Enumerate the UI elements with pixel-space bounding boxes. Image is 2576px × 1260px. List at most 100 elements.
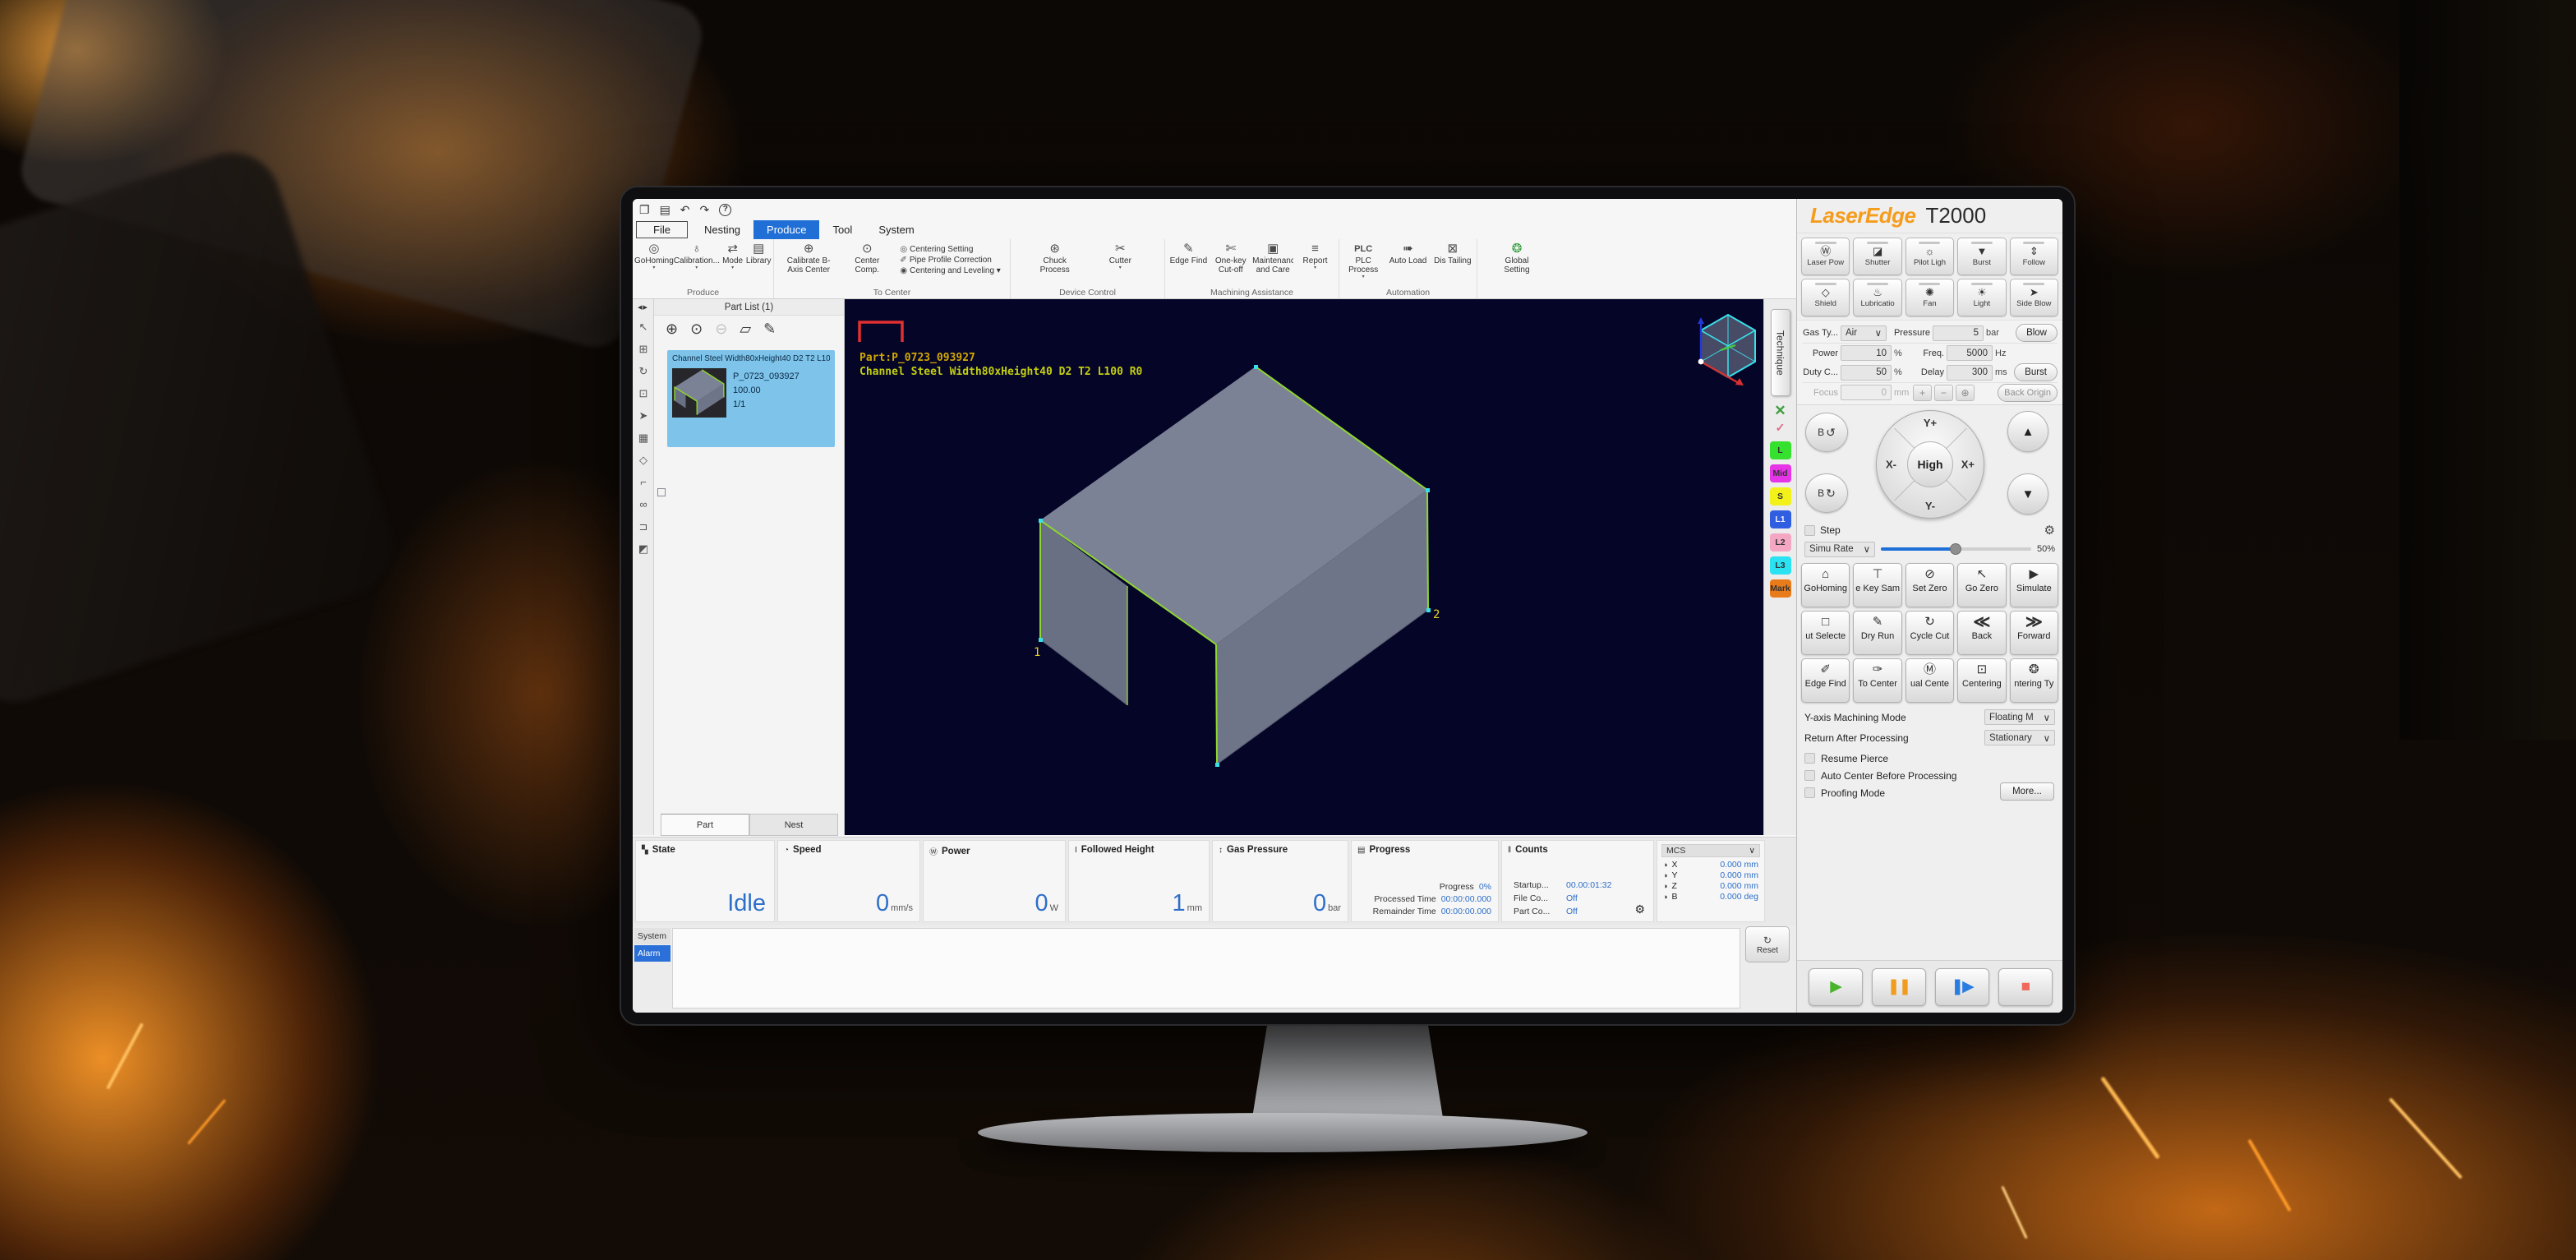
z-up-button[interactable]: ▲ <box>2007 411 2048 452</box>
resume-pierce-checkbox[interactable]: Resume Pierce <box>1797 750 2062 767</box>
start-button[interactable]: ▶ <box>1809 968 1863 1006</box>
tab-alarm[interactable]: Alarm <box>634 945 670 962</box>
focus-input[interactable]: 0 <box>1841 385 1892 400</box>
measure-tool-icon[interactable]: ∞ <box>633 493 654 515</box>
redo-icon[interactable]: ↷ <box>700 204 710 215</box>
save-icon[interactable]: ▤ <box>660 204 670 215</box>
ribbon-report[interactable]: ≡ Report ▾ <box>1295 242 1336 270</box>
blow-button[interactable]: Blow <box>2016 324 2058 342</box>
pipe-tool-icon[interactable]: ⌐ <box>633 471 654 493</box>
reset-button[interactable]: ↻ Reset <box>1745 926 1790 962</box>
pressure-input[interactable]: 5 <box>1933 325 1984 341</box>
option-checkbox[interactable] <box>1804 770 1815 781</box>
ribbon-one-key-cut-off[interactable]: ✄ One-key Cut-off <box>1210 242 1251 279</box>
remove-part-icon[interactable]: ⊖ <box>715 321 727 336</box>
power-input[interactable]: 10 <box>1841 345 1892 361</box>
jog-settings-gear-icon[interactable]: ⚙ <box>2044 523 2055 538</box>
ribbon-centering-setting[interactable]: ◎ Centering Setting <box>900 245 1000 254</box>
simu-rate-select[interactable]: Simu Rate ∨ <box>1804 542 1875 557</box>
undo-icon[interactable]: ↶ <box>680 204 690 215</box>
y-axis-mode-select[interactable]: Floating M ∨ <box>1984 709 2055 725</box>
pause-button[interactable]: ❚❚ <box>1872 968 1926 1006</box>
edit-part-icon[interactable]: ✎ <box>763 321 776 336</box>
z-down-button[interactable]: ▼ <box>2007 473 2048 515</box>
menu-produce[interactable]: Produce <box>753 220 819 239</box>
shield-toggle[interactable]: ◇ Shield <box>1801 279 1850 316</box>
lubrication-toggle[interactable]: ♨ Lubricatio <box>1853 279 1901 316</box>
slider-thumb[interactable] <box>1950 543 1961 555</box>
to-center-button[interactable]: ✑ To Center <box>1853 658 1901 703</box>
tab-nest[interactable]: Nest <box>749 814 838 836</box>
part-item-checkbox[interactable] <box>657 488 666 496</box>
pan-tool-icon[interactable]: ⊞ <box>633 338 654 360</box>
light-toggle[interactable]: ☀ Light <box>1957 279 2006 316</box>
apply-technique-icon[interactable]: ✓ <box>1764 421 1796 435</box>
option-checkbox[interactable] <box>1804 787 1815 798</box>
edge-find-button[interactable]: ✐ Edge Find <box>1801 658 1850 703</box>
ribbon-calibrate-b-axis-center[interactable]: ⊕ Calibrate B-Axis Center <box>783 242 834 279</box>
simulate-button[interactable]: ▶ Simulate <box>2010 563 2058 607</box>
delete-technique-icon[interactable]: ✕ <box>1764 403 1796 419</box>
technique-tab[interactable]: Technique <box>1771 309 1790 396</box>
dry-run-button[interactable]: ✎ Dry Run <box>1853 611 1901 655</box>
stop-button[interactable]: ■ <box>1998 968 2053 1006</box>
delay-input[interactable]: 300 <box>1947 365 1993 381</box>
ribbon-calibration[interactable]: ♁ Calibration... ▾ <box>674 242 720 270</box>
layer-chip-mark[interactable]: Mark <box>1770 579 1791 598</box>
cut-selected-button[interactable]: □ ut Selecte <box>1801 611 1850 655</box>
step-checkbox[interactable] <box>1804 525 1815 536</box>
simu-rate-slider[interactable] <box>1881 547 2031 551</box>
ribbon-plc-process[interactable]: PLC PLC Process ▾ <box>1341 242 1385 279</box>
freq-input[interactable]: 5000 <box>1947 345 1993 361</box>
menu-tool[interactable]: Tool <box>819 220 865 239</box>
ribbon-center-comp[interactable]: ⊙ Center Comp. <box>841 242 892 279</box>
menu-nesting[interactable]: Nesting <box>691 220 753 239</box>
ribbon-dis-tailing[interactable]: ⊠ Dis Tailing <box>1431 242 1475 270</box>
follow-toggle[interactable]: ⇕ Follow <box>2010 238 2058 275</box>
jog-x-minus-button[interactable]: X- <box>1886 459 1896 471</box>
shutter-toggle[interactable]: ◪ Shutter <box>1853 238 1901 275</box>
layer-chip-l[interactable]: L <box>1770 441 1791 459</box>
option-checkbox[interactable] <box>1804 753 1815 764</box>
ribbon-centering-and-leveling[interactable]: ◉ Centering and Leveling ▾ <box>900 266 1000 275</box>
more-button[interactable]: More... <box>2000 782 2054 801</box>
back-button[interactable]: ≪ Back <box>1957 611 2006 655</box>
centering-button[interactable]: ⊡ Centering <box>1957 658 2006 703</box>
ribbon-gohoming[interactable]: ◎ GoHoming ▾ <box>634 242 674 270</box>
laser-power-toggle[interactable]: Ⓦ Laser Pow <box>1801 238 1850 275</box>
select-tool-icon[interactable]: ↖ <box>633 316 654 338</box>
side-blow-toggle[interactable]: ➤ Side Blow <box>2010 279 2058 316</box>
b-axis-ccw-button[interactable]: B↺ <box>1805 413 1848 452</box>
burst-button[interactable]: Burst <box>2014 363 2058 381</box>
jog-x-plus-button[interactable]: X+ <box>1961 459 1975 471</box>
panel-expander-icon[interactable]: ◀▶ <box>633 299 653 316</box>
return-mode-select[interactable]: Stationary ∨ <box>1984 730 2055 745</box>
tab-system[interactable]: System <box>634 928 670 944</box>
menu-file[interactable]: File <box>636 221 688 238</box>
layer-chip-l2[interactable]: L2 <box>1770 533 1791 552</box>
duty-cycle-input[interactable]: 50 <box>1841 365 1892 381</box>
resume-button[interactable]: ❚▶ <box>1935 968 1989 1006</box>
jog-y-minus-button[interactable]: Y- <box>1925 500 1935 512</box>
menu-system[interactable]: System <box>865 220 927 239</box>
pilot-light-toggle[interactable]: ☼ Pilot Ligh <box>1906 238 1954 275</box>
pick-tool-icon[interactable]: ➤ <box>633 404 654 427</box>
coordinate-system-select[interactable]: MCS ∨ <box>1661 844 1760 857</box>
gas-type-select[interactable]: Air ∨ <box>1841 325 1887 341</box>
ribbon-mode[interactable]: ⇄ Mode ▾ <box>720 242 746 270</box>
jog-speed-high-button[interactable]: High <box>1907 441 1953 487</box>
new-file-icon[interactable]: ❐ <box>639 204 650 215</box>
tab-part[interactable]: Part <box>661 814 749 836</box>
forward-button[interactable]: ≫ Forward <box>2010 611 2058 655</box>
ribbon-edge-find[interactable]: ✎ Edge Find <box>1168 242 1209 270</box>
fan-toggle[interactable]: ✺ Fan <box>1906 279 1954 316</box>
layer-chip-l3[interactable]: L3 <box>1770 556 1791 575</box>
layer-chip-mid[interactable]: Mid <box>1770 464 1791 482</box>
ribbon-cutter[interactable]: ✂ Cutter ▾ <box>1097 242 1143 270</box>
counts-settings-gear-icon[interactable]: ⚙ <box>1634 902 1645 916</box>
ribbon-pipe-profile-correction[interactable]: ✐ Pipe Profile Correction <box>900 256 1000 265</box>
manual-center-button[interactable]: Ⓜ ual Cente <box>1906 658 1954 703</box>
ribbon-global-setting[interactable]: ❂ Global Setting <box>1494 242 1540 279</box>
burst-toggle[interactable]: ▼ Burst <box>1957 238 2006 275</box>
back-origin-button[interactable]: Back Origin <box>1998 384 2058 402</box>
